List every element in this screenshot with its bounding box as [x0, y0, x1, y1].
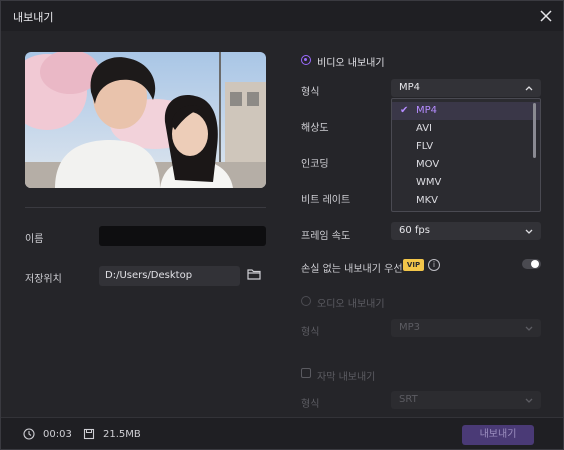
audio-export-radio[interactable] — [301, 296, 311, 306]
name-label: 이름 — [25, 234, 44, 245]
subtitle-export-label: 자막 내보내기 — [317, 372, 376, 383]
format-option-avi[interactable]: AVI — [392, 120, 540, 138]
audio-format-value: MP3 — [399, 322, 421, 333]
export-dialog: 내보내기 이름 저장위치 D:/Users/Desktop 비디오 내보내기 형… — [0, 0, 564, 450]
audio-format-label: 형식 — [301, 327, 320, 338]
chevron-down-icon — [525, 222, 533, 247]
video-export-radio[interactable] — [301, 55, 311, 65]
info-icon[interactable]: i — [428, 259, 440, 271]
video-preview-thumbnail — [25, 52, 266, 188]
encoding-label: 인코딩 — [301, 159, 329, 170]
audio-format-select[interactable]: MP3 — [391, 319, 541, 337]
framerate-select-value: 60 fps — [399, 225, 430, 236]
chevron-down-icon — [525, 391, 533, 416]
format-select[interactable]: MP4 — [391, 79, 541, 97]
title-bar: 내보내기 — [1, 1, 563, 31]
subtitle-export-checkbox[interactable] — [301, 368, 311, 378]
subtitle-format-select[interactable]: SRT — [391, 391, 541, 409]
dialog-title: 내보내기 — [13, 11, 54, 24]
folder-icon — [247, 269, 261, 280]
format-option-wmv[interactable]: WMV — [392, 174, 540, 192]
lossless-export-label: 손실 없는 내보내기 우선 — [301, 264, 403, 275]
section-divider — [25, 207, 266, 208]
duration-text: 00:03 — [43, 429, 72, 440]
audio-export-label: 오디오 내보내기 — [317, 299, 385, 310]
clock-icon — [23, 428, 35, 440]
vip-badge: VIP — [403, 259, 424, 271]
framerate-select[interactable]: 60 fps — [391, 222, 541, 240]
format-option-mp4[interactable]: ✔ MP4 — [392, 102, 540, 120]
close-button[interactable] — [535, 5, 557, 27]
format-label: 형식 — [301, 87, 320, 98]
footer-bar: 00:03 21.5MB 내보내기 — [1, 417, 563, 449]
subtitle-format-label: 형식 — [301, 399, 320, 410]
save-path-input[interactable]: D:/Users/Desktop — [99, 266, 240, 286]
checkmark-icon: ✔ — [400, 105, 409, 116]
video-export-label: 비디오 내보내기 — [317, 58, 385, 69]
framerate-label: 프레임 속도 — [301, 231, 351, 242]
subtitle-format-value: SRT — [399, 394, 418, 405]
format-select-value: MP4 — [399, 82, 421, 93]
format-option-mkv[interactable]: MKV — [392, 192, 540, 210]
format-option-mov[interactable]: MOV — [392, 156, 540, 174]
dropdown-scrollbar[interactable] — [533, 103, 536, 158]
bitrate-label: 비트 레이트 — [301, 195, 351, 206]
name-input[interactable] — [99, 226, 266, 246]
save-location-label: 저장위치 — [25, 274, 62, 285]
close-icon — [540, 10, 552, 22]
browse-folder-button[interactable] — [247, 268, 263, 284]
file-size-text: 21.5MB — [103, 429, 141, 440]
format-dropdown-menu: ✔ MP4 AVI FLV MOV WMV MKV — [391, 98, 541, 212]
save-disk-icon — [83, 428, 95, 440]
lossless-toggle[interactable] — [522, 259, 541, 269]
export-button[interactable]: 내보내기 — [462, 425, 534, 445]
format-option-flv[interactable]: FLV — [392, 138, 540, 156]
chevron-down-icon — [525, 319, 533, 344]
resolution-label: 해상도 — [301, 123, 329, 134]
